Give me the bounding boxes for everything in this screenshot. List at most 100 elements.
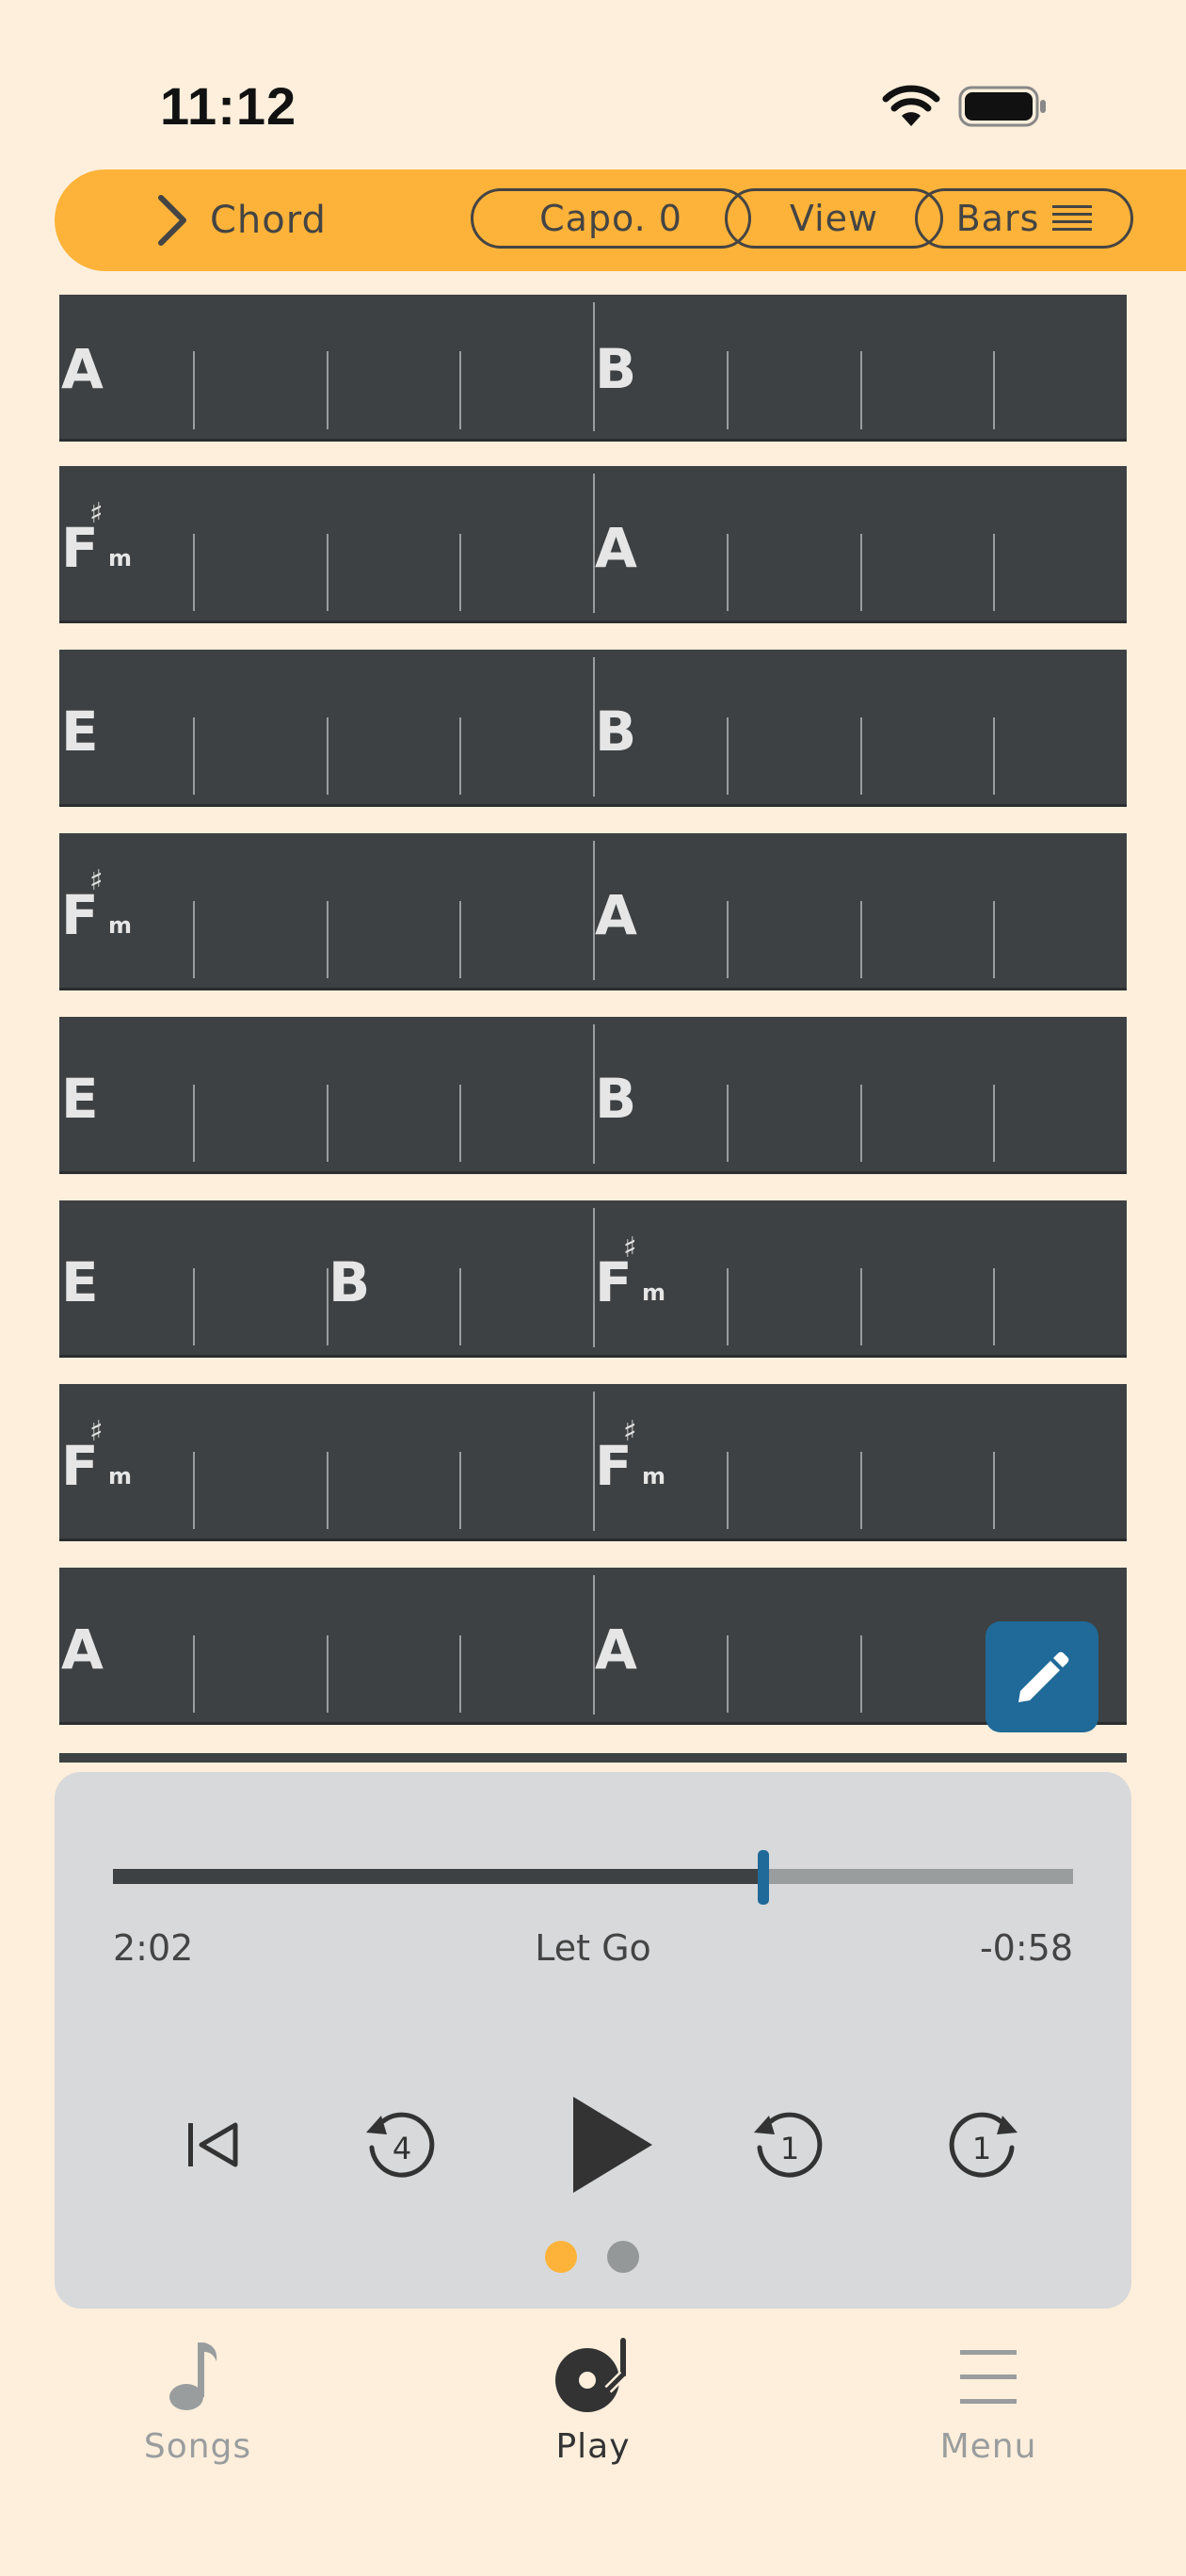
play-button[interactable] (548, 2079, 670, 2211)
beat-tick (993, 351, 995, 429)
top-bar: Chord Capo. 0 View Bars (55, 169, 1186, 271)
chord-symbol[interactable]: B (595, 704, 636, 759)
chord-symbol[interactable]: A (61, 1622, 104, 1677)
chord-title: Chord (210, 199, 327, 242)
beat-tick (727, 351, 729, 429)
song-title: Let Go (535, 1927, 651, 1969)
chord-row[interactable]: F ♯ m F ♯ m (59, 1384, 1127, 1541)
chord-row[interactable]: AB (59, 295, 1127, 442)
chord-root: A (595, 883, 637, 947)
chord-symbol[interactable]: A (595, 1622, 637, 1677)
chord-symbol[interactable]: B (329, 1255, 370, 1310)
beat-tick (327, 717, 329, 795)
beat-tick (727, 717, 729, 795)
page-dot-1[interactable] (545, 2241, 577, 2273)
chord-symbol[interactable]: A (595, 521, 637, 575)
tab-songs-label: Songs (143, 2427, 252, 2466)
pencil-icon (1018, 1651, 1069, 1702)
chord-symbol[interactable]: F ♯ m (595, 1418, 665, 1494)
beat-tick (727, 1452, 729, 1529)
bars-button[interactable]: Bars (915, 188, 1133, 249)
chord-root: E (61, 700, 99, 764)
view-label: View (789, 198, 879, 239)
beat-tick (327, 1635, 329, 1713)
back-1-label: 1 (780, 2131, 799, 2166)
beat-tick (860, 717, 862, 795)
chord-root: A (61, 337, 104, 401)
status-time: 11:12 (160, 76, 297, 136)
chord-root: E (61, 1250, 99, 1314)
chord-quality: m (642, 1280, 666, 1306)
tab-songs[interactable]: Songs (85, 2337, 311, 2466)
battery-icon (958, 86, 1046, 127)
page-dot-2[interactable] (607, 2241, 639, 2273)
beat-tick (727, 534, 729, 611)
chord-symbol[interactable]: E (61, 1071, 99, 1126)
beat-tick (459, 1452, 461, 1529)
chord-root: B (329, 1250, 371, 1314)
chord-symbol[interactable]: A (595, 888, 637, 942)
chord-root: A (61, 1618, 104, 1682)
chord-row[interactable]: EB (59, 650, 1127, 807)
beat-tick (993, 1452, 995, 1529)
turntable-icon (555, 2338, 627, 2412)
chord-row[interactable]: AA (59, 1568, 1127, 1725)
beat-tick (193, 534, 195, 611)
chord-root: A (595, 516, 637, 580)
tab-bar: Songs Play Menu (0, 2309, 1186, 2576)
beat-tick (993, 717, 995, 795)
tab-play-label: Play (555, 2427, 631, 2466)
beat-tick (327, 351, 329, 429)
chord-symbol[interactable]: B (595, 1071, 636, 1126)
beat-tick (727, 901, 729, 978)
forward-1-label: 1 (972, 2131, 991, 2166)
chord-symbol[interactable]: F ♯ m (595, 1234, 665, 1311)
capo-label: Capo. 0 (539, 198, 682, 239)
chord-symbol[interactable]: F ♯ m (61, 867, 132, 943)
beat-tick (459, 534, 461, 611)
beat-tick (193, 351, 195, 429)
beat-tick (860, 1452, 862, 1529)
back-1-button[interactable]: 1 (742, 2098, 836, 2192)
beat-tick (193, 901, 195, 978)
beat-tick (459, 901, 461, 978)
chord-accidental: ♯ (623, 1415, 637, 1448)
chord-root: B (595, 337, 637, 401)
progress-fill (113, 1869, 763, 1884)
forward-icon: 1 (949, 2112, 1018, 2178)
music-note-icon (169, 2343, 217, 2410)
chevron-right-icon (158, 195, 186, 246)
skip-to-start-button[interactable] (175, 2107, 250, 2182)
chord-symbol[interactable]: B (595, 342, 636, 396)
chord-symbol[interactable]: E (61, 704, 99, 759)
chord-row[interactable]: F ♯ m A (59, 833, 1127, 990)
chord-accidental: ♯ (623, 1232, 637, 1264)
rewind-4-button[interactable]: 4 (354, 2098, 448, 2192)
chord-symbol[interactable]: E (61, 1255, 99, 1310)
chord-row[interactable]: F ♯ m A (59, 466, 1127, 623)
chord-symbol[interactable]: F ♯ m (61, 500, 132, 576)
chord-quality: m (108, 545, 133, 572)
rewind-icon: 4 (366, 2112, 435, 2178)
chord-row[interactable]: EB (59, 1017, 1127, 1174)
chord-symbol[interactable]: A (61, 342, 104, 396)
chord-symbol[interactable]: F ♯ m (61, 1418, 132, 1494)
edit-button[interactable] (986, 1621, 1098, 1732)
tab-menu[interactable]: Menu (875, 2337, 1101, 2466)
chord-row[interactable]: E B F ♯ m (59, 1200, 1127, 1358)
beat-tick (193, 1085, 195, 1162)
progress-knob[interactable] (758, 1850, 769, 1905)
beat-tick (459, 1085, 461, 1162)
menu-icon (960, 2350, 1017, 2404)
capo-button[interactable]: Capo. 0 (471, 188, 751, 249)
tab-play[interactable]: Play (480, 2337, 706, 2466)
remaining-time: -0:58 (979, 1927, 1073, 1969)
view-button[interactable]: View (725, 188, 943, 249)
beat-tick (993, 1085, 995, 1162)
chord-mode-button[interactable]: Chord (153, 194, 327, 247)
forward-1-button[interactable]: 1 (936, 2098, 1030, 2192)
chord-quality: m (108, 1463, 133, 1489)
progress-slider[interactable] (113, 1850, 1073, 1905)
beat-tick (327, 1085, 329, 1162)
chord-root: A (595, 1618, 637, 1682)
